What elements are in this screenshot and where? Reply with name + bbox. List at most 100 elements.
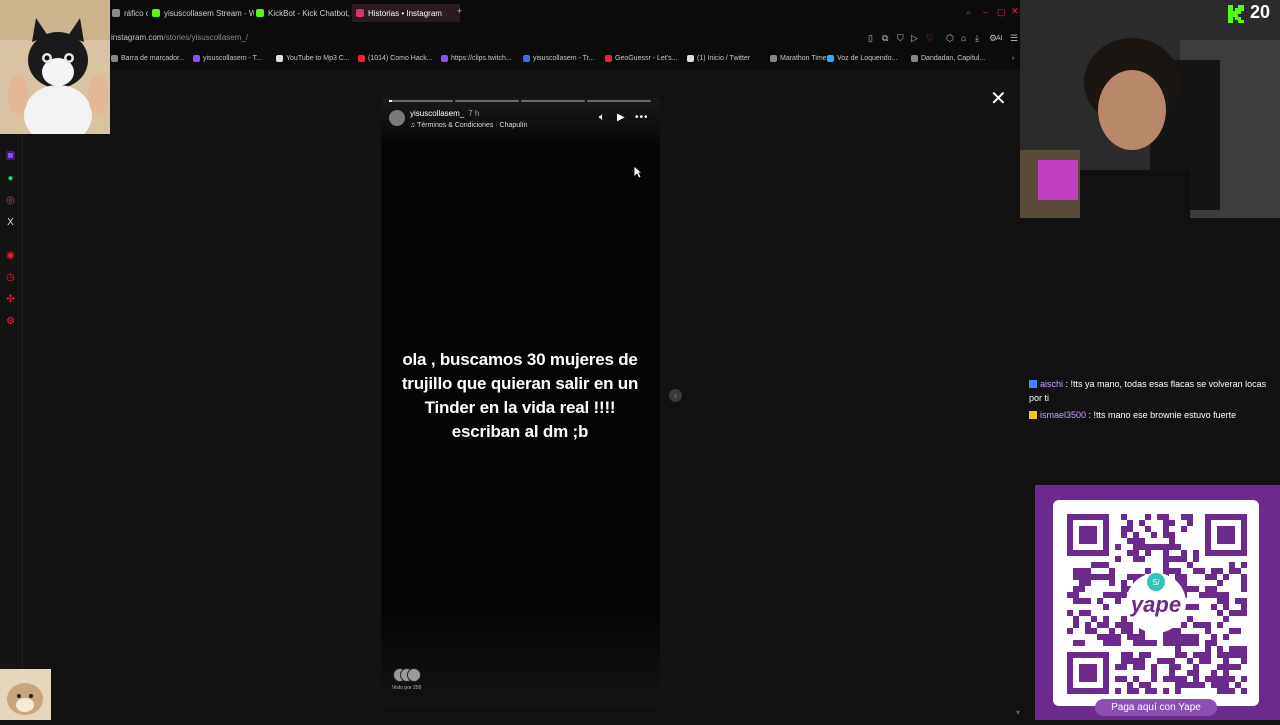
browser-tab[interactable]: yisuscollasem Stream - W [148,4,254,22]
shield-icon[interactable]: ⛉ [897,33,904,44]
tab-favicon-icon [112,9,120,17]
minimize-icon[interactable]: – [983,7,988,17]
bookmark-favicon-icon [827,55,834,62]
tab-favicon-icon [356,9,364,17]
sidebar-instagram-icon[interactable]: ◎ [5,195,16,206]
extensions-icon[interactable]: ⬡ [946,33,954,44]
bookmark-item[interactable]: Voz de Loquendo... [827,55,897,62]
lock-icon[interactable]: ⌂ [961,33,966,43]
url-text[interactable]: instagram.com/stories/yisuscollasem_/ [111,33,248,42]
next-story-icon[interactable]: › [669,389,682,402]
bookmark-item[interactable]: (1) Inicio / Twitter [687,55,750,62]
tab-favicon-icon [152,9,160,17]
bookmark-item[interactable]: GeoGuessr - Let's... [605,55,677,62]
stream-chat [1024,220,1280,482]
cat-sticker-image [0,669,51,720]
bookmark-favicon-icon [193,55,200,62]
story-text-line: Tinder en la vida real !!!! [424,398,616,417]
cat-camera-overlay [0,0,110,134]
close-window-icon[interactable]: ✕ [1011,6,1019,17]
bookmark-favicon-icon [441,55,448,62]
viewer-count: 20 [1250,2,1271,22]
bookmark-item[interactable]: Marathon Timer [770,55,829,62]
bookmark-favicon-icon [770,55,777,62]
bookmark-item[interactable]: YouTube to Mp3 C... [276,55,350,62]
bookmark-item[interactable]: (1014) Como Hack... [358,55,433,62]
heart-icon[interactable]: ♡ [926,33,934,44]
sidebar-puzzle-icon[interactable]: ✣ [5,294,16,305]
close-story-icon[interactable]: ✕ [990,86,1007,111]
sidebar-x-icon[interactable]: X [5,217,16,228]
bookmark-item[interactable]: Dandadan, Capítul... [911,55,985,62]
bookmark-label: Dandadan, Capítul... [921,55,986,62]
bookmark-label: (1014) Como Hack... [368,55,433,62]
views-count[interactable]: Visto por 299 [392,685,421,691]
bookmark-label: Barra de marcador... [121,55,185,62]
chat-message: aischi : !tts ya mano, todas esas flacas… [1029,379,1267,403]
maximize-icon[interactable]: ▢ [997,7,1006,18]
scroll-down-icon[interactable]: ▾ [1016,708,1020,717]
yape-logo-text: yape [1130,592,1181,617]
cat-sticker [0,669,51,720]
story-username[interactable]: yisuscollasem_ 7 h [410,109,479,118]
browser-tab[interactable]: KickBot - Kick Chatbot, A [252,4,356,22]
sidebar-clock-icon[interactable]: ◷ [5,272,16,283]
bookmark-favicon-icon [523,55,530,62]
share-icon[interactable]: ⧉ [882,33,888,44]
bookmark-favicon-icon [911,55,918,62]
sidebar-record-icon[interactable]: ◉ [5,250,16,261]
yape-qr-code: S/yape [1053,500,1259,706]
mute-icon[interactable]: 🔈︎ [599,112,605,123]
avatar[interactable] [389,110,405,126]
sidebar-whatsapp-icon[interactable]: ● [5,173,16,184]
play-icon[interactable]: ▷ [911,33,918,44]
story-song[interactable]: ♫ Términos & Condiciones · Chapulín [410,122,528,129]
story-text-line: escriban al dm ;b [451,422,589,441]
viewer-avatar [407,668,421,682]
bookmarks-more-icon[interactable]: › [1012,55,1014,62]
bookmark-favicon-icon [276,55,283,62]
story-text: ola , buscamos 30 mujeres de trujillo que… [392,348,648,444]
tab-label: yisuscollasem Stream - W [164,8,254,18]
yape-pay-button: Paga aquí con Yape [1095,699,1217,716]
bookmark-item[interactable]: Barra de marcador... [111,55,185,62]
browser-tab[interactable]: Historias • Instagram [352,4,460,22]
sidebar-twitch-icon[interactable]: ▣ [5,150,16,161]
download-icon[interactable]: ⤓ [975,33,979,44]
story-text-line: trujillo que quieran salir en un [401,374,639,393]
cat-illustration [0,0,110,134]
play-story-icon[interactable]: ▶ [617,112,625,123]
tab-label: ráfico ca [124,8,148,18]
bookmark-label: (1) Inicio / Twitter [697,55,751,62]
bookmark-label: https://clips.twitch... [451,55,512,62]
sidebar-settings-icon[interactable]: ⚙ [5,316,16,327]
bookmark-label: YouTube to Mp3 C... [286,55,350,62]
chat-badge-icon [1029,411,1037,419]
more-options-icon[interactable]: ••• [635,112,649,123]
qr-code-image: S/yape [1067,514,1247,694]
bookmark-item[interactable]: yisuscollasem - T... [193,55,262,62]
browser-sidebar [0,70,23,720]
bookmark-label: Voz de Loquendo... [837,55,898,62]
menu-icon[interactable]: ☰ [1010,33,1018,44]
bookmark-item[interactable]: yisuscollasem - Tr... [523,55,594,62]
story-progress-segment [587,100,651,102]
song-title: Términos & Condiciones · Chapulín [417,122,528,129]
browser-tab[interactable]: ráfico ca [108,4,148,22]
bookmark-favicon-icon [358,55,365,62]
yape-currency: S/ [1152,578,1160,587]
search-icon[interactable]: ⌕ [966,7,971,18]
bookmark-favicon-icon [605,55,612,62]
username-text[interactable]: yisuscollasem_ [410,109,464,118]
bookmark-item[interactable]: https://clips.twitch... [441,55,512,62]
bookmark-label: GeoGuessr - Let's... [615,55,678,62]
story-text-line: ola , buscamos 30 mujeres de [402,350,638,369]
chat-badge-icon [1029,380,1037,388]
streamer-illustration [1020,0,1280,218]
ai-label[interactable]: AI [996,35,1003,42]
new-tab-button[interactable]: + [457,6,462,16]
bookmark-icon[interactable]: ▯ [868,33,873,44]
bookmark-favicon-icon [687,55,694,62]
bookmark-favicon-icon [111,55,118,62]
chat-message: ismael3500 : !tts mano ese brownie estuv… [1029,408,1269,422]
